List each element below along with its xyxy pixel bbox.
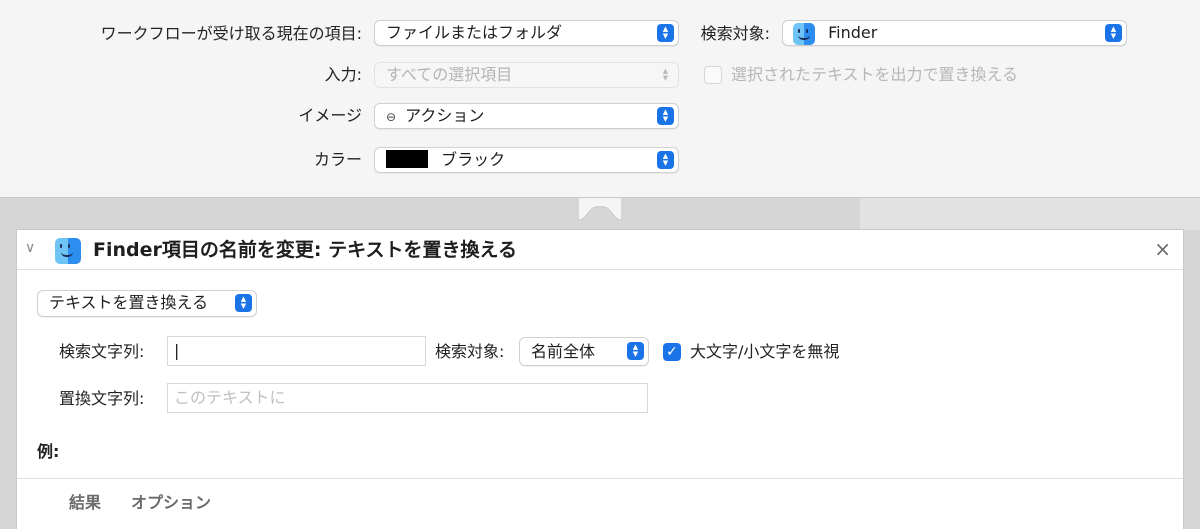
image-label: イメージ	[298, 106, 362, 125]
receives-popup[interactable]: ファイルまたはフォルダ ▲ ▼	[374, 20, 679, 46]
in-app-label: 検索対象:	[700, 24, 770, 43]
workflow-settings-pane: ワークフローが受け取る現在の項目: ファイルまたはフォルダ ▲ ▼ 検索対象: F…	[0, 0, 1200, 198]
collapse-chevron-icon[interactable]: ∨	[25, 240, 35, 256]
popup-stepper-icon: ▲ ▼	[662, 67, 669, 82]
popup-stepper-icon: ▲ ▼	[657, 107, 674, 125]
receives-value: ファイルまたはフォルダ	[386, 23, 563, 42]
search-in-popup[interactable]: 名前全体 ▲ ▼	[519, 337, 649, 366]
popup-stepper-icon: ▲ ▼	[1105, 24, 1122, 42]
ignore-case-label: 大文字/小文字を無視	[690, 342, 840, 361]
tab-options[interactable]: オプション	[131, 491, 211, 515]
mode-value: テキストを置き換える	[49, 293, 209, 312]
replace-selected-checkbox	[704, 66, 722, 84]
action-title: Finder項目の名前を変更: テキストを置き換える	[93, 239, 517, 261]
input-value: すべての選択項目	[386, 65, 513, 84]
find-input[interactable]: |	[167, 336, 426, 366]
in-app-popup[interactable]: Finder ▲ ▼	[782, 20, 1127, 46]
replace-selected-label: 選択されたテキストを出力で置き換える	[731, 65, 1019, 84]
color-value: ブラック	[441, 150, 506, 169]
action-header: ∨ Finder項目の名前を変更: テキストを置き換える ×	[17, 230, 1183, 270]
color-swatch	[386, 150, 428, 168]
popup-stepper-icon: ▲ ▼	[627, 342, 644, 360]
ignore-case-checkbox[interactable]: ✓	[663, 343, 681, 361]
popup-stepper-icon: ▲ ▼	[657, 151, 674, 169]
search-in-value: 名前全体	[531, 342, 596, 361]
action-card: ∨ Finder項目の名前を変更: テキストを置き換える × テキストを置き換え…	[16, 229, 1184, 529]
image-popup[interactable]: ⊖ アクション ▲ ▼	[374, 103, 679, 129]
close-icon[interactable]: ×	[1154, 237, 1171, 261]
action-image-icon: ⊖	[386, 110, 397, 124]
color-label: カラー	[313, 150, 362, 169]
popup-stepper-icon: ▲ ▼	[657, 24, 674, 42]
tab-results[interactable]: 結果	[69, 491, 101, 515]
mode-popup[interactable]: テキストを置き換える ▲ ▼	[37, 290, 257, 317]
color-popup[interactable]: ブラック ▲ ▼	[374, 147, 679, 173]
finder-icon	[55, 238, 81, 264]
input-popup: すべての選択項目 ▲ ▼	[374, 62, 679, 88]
input-label: 入力:	[324, 65, 362, 84]
popup-stepper-icon: ▲ ▼	[235, 294, 252, 312]
finder-icon	[793, 22, 815, 45]
example-label: 例:	[37, 442, 60, 461]
connector-notch	[579, 198, 621, 220]
action-footer: 結果 オプション	[17, 478, 1183, 529]
receives-label: ワークフローが受け取る現在の項目:	[100, 24, 362, 43]
in-app-value: Finder	[828, 23, 878, 42]
search-in-label: 検索対象:	[435, 342, 505, 361]
replace-label: 置換文字列:	[59, 389, 145, 408]
replace-input[interactable]: このテキストに	[167, 383, 648, 413]
canvas-shade	[860, 198, 1200, 230]
find-label: 検索文字列:	[59, 342, 145, 361]
image-value: アクション	[405, 106, 485, 125]
